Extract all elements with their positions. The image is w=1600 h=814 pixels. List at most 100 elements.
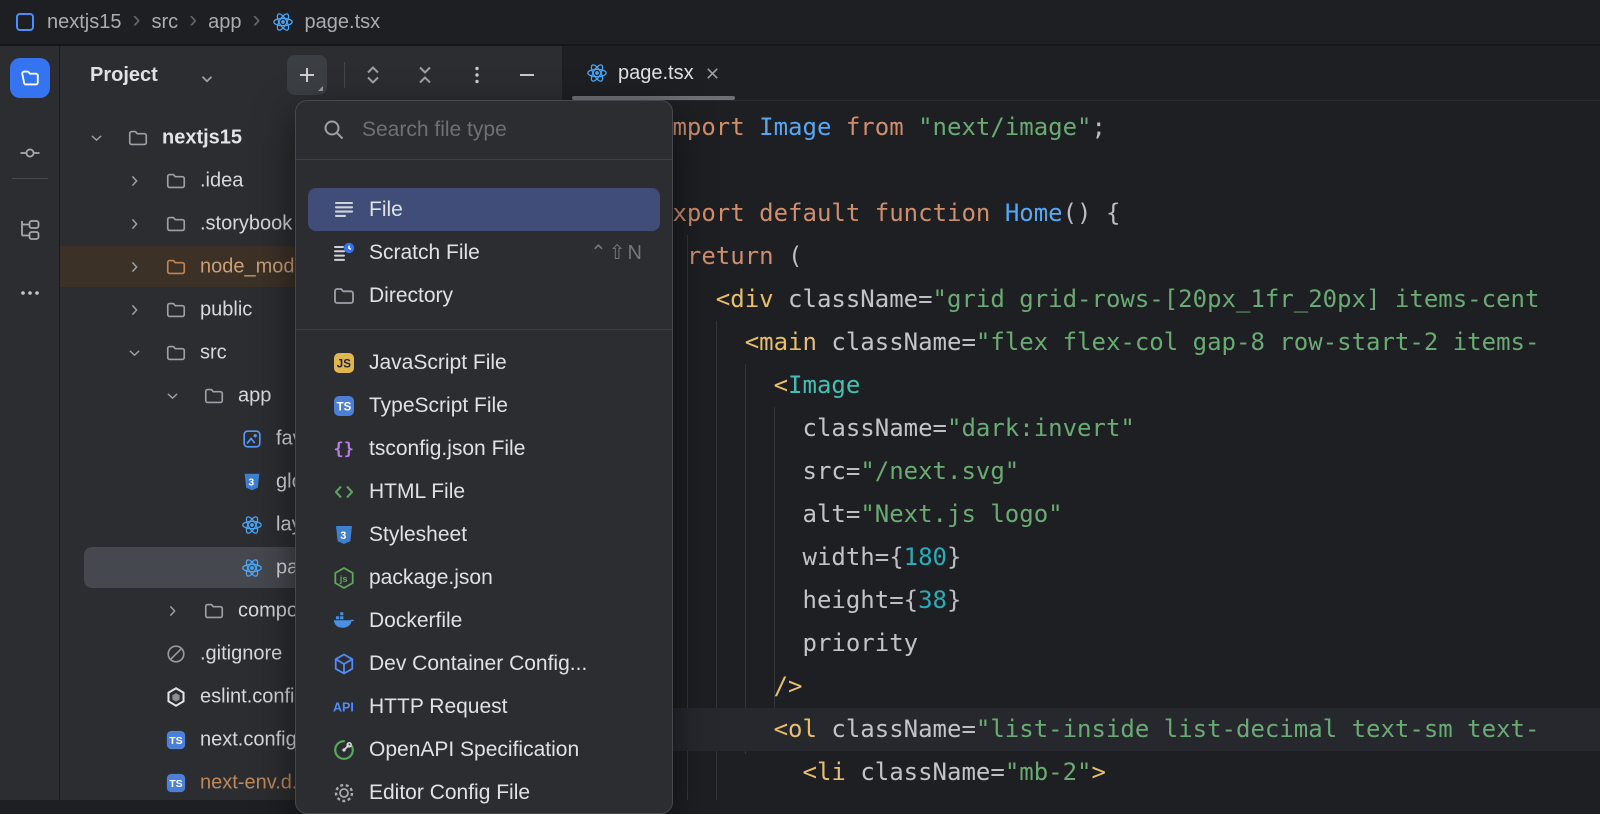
project-tool-button[interactable]	[10, 58, 50, 98]
tree-item-label: .gitignore	[200, 642, 282, 665]
popup-item-javascript-file[interactable]: JS JavaScript File	[296, 341, 672, 384]
popup-item-label: TypeScript File	[369, 394, 508, 418]
expand-all-button[interactable]	[353, 55, 393, 95]
chevron-right-icon[interactable]	[126, 172, 143, 189]
popup-item-editor-config-file[interactable]: Editor Config File	[296, 771, 672, 814]
chevron-right-icon[interactable]	[164, 602, 181, 619]
divider	[12, 178, 48, 179]
tree-item-label: .idea	[200, 169, 243, 192]
popup-item-label: Scratch File	[369, 241, 480, 265]
ts-icon: TS	[165, 729, 187, 751]
svg-text:{}: {}	[334, 439, 354, 459]
tree-item-label: src	[200, 341, 227, 364]
docker-whale-icon	[332, 609, 356, 633]
folder-icon	[203, 600, 225, 622]
react-icon	[241, 514, 263, 536]
code-line-15: <ol className="list-inside list-decimal …	[562, 708, 1600, 751]
svg-text:TS: TS	[169, 735, 182, 747]
popup-item-stylesheet[interactable]: 3 Stylesheet	[296, 513, 672, 556]
ts-badge-icon: TS	[332, 394, 356, 418]
search-input[interactable]	[360, 117, 656, 143]
search-icon	[322, 118, 346, 142]
chevron-right-icon[interactable]	[126, 215, 143, 232]
collapse-all-button[interactable]	[405, 55, 445, 95]
code-line-1: import Image from "next/image";	[562, 106, 1600, 149]
more-options-button[interactable]	[457, 55, 497, 95]
popup-item-package-json[interactable]: jspackage.json	[296, 556, 672, 599]
popup-item-typescript-file[interactable]: TS TypeScript File	[296, 384, 672, 427]
kebab-menu-icon	[466, 64, 488, 86]
eslint-icon	[165, 686, 187, 708]
project-panel-title[interactable]: Project	[90, 64, 158, 87]
popup-item-html-file[interactable]: HTML File	[296, 470, 672, 513]
popup-item-http-request[interactable]: APIHTTP Request	[296, 685, 672, 728]
svg-text:js: js	[339, 573, 348, 584]
more-dots-icon	[18, 281, 42, 305]
braces-icon: {}	[332, 437, 356, 461]
tab-page-tsx[interactable]: page.tsx	[570, 46, 737, 100]
code-line-9: src="/next.svg"	[562, 450, 1600, 493]
project-icon	[16, 13, 34, 31]
minus-icon	[516, 64, 538, 86]
popup-item-dev-container-config[interactable]: Dev Container Config...	[296, 642, 672, 685]
commit-tool-button[interactable]	[18, 141, 42, 165]
chevron-right-icon: ›	[133, 10, 141, 30]
svg-text:3: 3	[340, 529, 346, 541]
code-line-16: <li className="mb-2">	[562, 751, 1600, 794]
chevron-right-icon[interactable]	[126, 301, 143, 318]
breadcrumb-item-nextjs15[interactable]: nextjs15	[47, 11, 122, 34]
breadcrumb: nextjs15›src›app›page.tsx	[0, 0, 1600, 46]
new-element-button[interactable]	[287, 55, 327, 95]
code-line-13: priority	[562, 622, 1600, 665]
node-hex-icon: js	[332, 566, 356, 590]
structure-tool-button[interactable]	[18, 218, 42, 242]
more-tools-button[interactable]	[18, 281, 42, 305]
file-lines-icon	[332, 198, 356, 222]
html-tags-icon	[332, 480, 356, 504]
code-line-11: width={180}	[562, 536, 1600, 579]
popup-item-openapi-specification[interactable]: OpenAPI Specification	[296, 728, 672, 771]
chevron-down-icon[interactable]	[88, 129, 105, 146]
svg-text:3: 3	[249, 477, 255, 488]
breadcrumb-item-page-tsx[interactable]: page.tsx	[305, 11, 381, 34]
popup-item-dockerfile[interactable]: Dockerfile	[296, 599, 672, 642]
chevron-right-icon: ›	[253, 10, 261, 30]
chevron-down-icon[interactable]	[164, 387, 181, 404]
collapse-all-icon	[414, 64, 436, 86]
tree-item-label: app	[238, 384, 271, 407]
editor-code-area[interactable]: import Image from "next/image"; export de…	[562, 100, 1600, 800]
editor: page.tsx import Image from "next/image";…	[562, 46, 1600, 800]
close-icon[interactable]	[704, 65, 721, 82]
react-icon	[241, 557, 263, 579]
popup-item-label: JavaScript File	[369, 351, 507, 375]
tree-item-label: nextjs15	[162, 126, 242, 149]
svg-text:TS: TS	[169, 778, 182, 790]
tab-label: page.tsx	[618, 62, 694, 85]
hide-panel-button[interactable]	[507, 55, 547, 95]
code-line-3: export default function Home() {	[562, 192, 1600, 235]
popup-item-label: Stylesheet	[369, 523, 467, 547]
react-icon	[272, 11, 294, 33]
ts-icon: TS	[165, 772, 187, 794]
popup-item-file[interactable]: File	[308, 188, 660, 231]
popup-item-label: Editor Config File	[369, 781, 530, 805]
expand-all-icon	[362, 64, 384, 86]
popup-item-label: OpenAPI Specification	[369, 738, 579, 762]
popup-item-scratch-file[interactable]: Scratch File⌃⇧N	[296, 231, 672, 274]
breadcrumb-item-app[interactable]: app	[208, 11, 241, 34]
folder-icon	[165, 256, 187, 278]
breadcrumb-item-src[interactable]: src	[152, 11, 179, 34]
new-file-popup: FileScratch File⌃⇧N Directory JS JavaScrip…	[295, 100, 673, 814]
chevron-right-icon[interactable]	[126, 258, 143, 275]
code-line-14: />	[562, 665, 1600, 708]
svg-text:JS: JS	[337, 358, 351, 370]
popup-item-directory[interactable]: Directory	[296, 274, 672, 317]
css-icon: 3	[332, 523, 356, 547]
code-line-7: <Image	[562, 364, 1600, 407]
chevron-down-icon[interactable]	[126, 344, 143, 361]
openapi-icon	[332, 738, 356, 762]
folder-icon	[165, 342, 187, 364]
popup-item-label: Directory	[369, 284, 453, 308]
ignore-icon	[165, 643, 187, 665]
popup-item-tsconfig-json-file[interactable]: {}tsconfig.json File	[296, 427, 672, 470]
